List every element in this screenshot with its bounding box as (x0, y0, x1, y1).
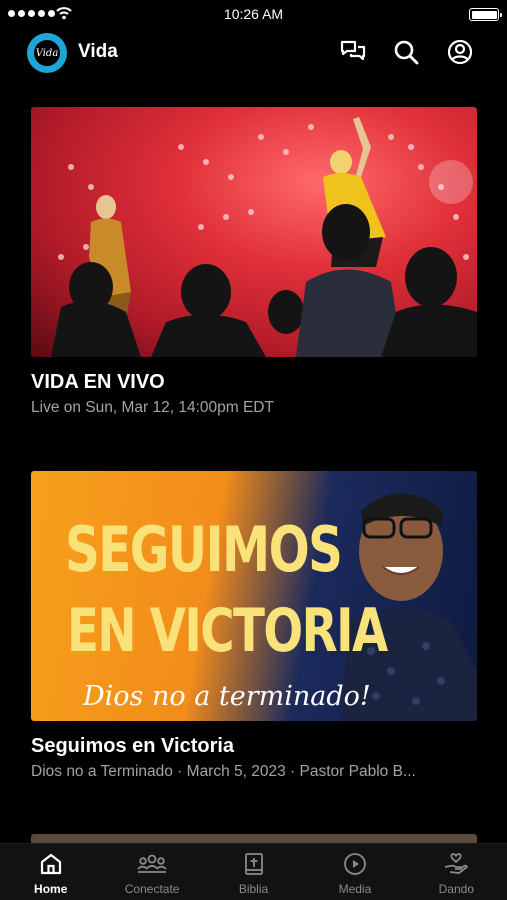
card-title: Seguimos en Victoria (31, 735, 235, 757)
chat-icon (340, 40, 366, 61)
profile-button[interactable] (446, 38, 474, 66)
search-button[interactable] (392, 38, 420, 66)
tab-label: Home (34, 882, 68, 896)
tab-biblia[interactable]: Biblia (203, 844, 304, 900)
live-card[interactable]: VIDA EN VIVO Live on Sun, Mar 12, 14:00p… (31, 107, 477, 417)
live-thumbnail[interactable] (31, 107, 477, 357)
tab-conectate[interactable]: Conectate (101, 844, 202, 900)
concert-photo (51, 117, 477, 357)
bible-icon (244, 853, 263, 875)
giving-icon (445, 853, 469, 874)
tab-label: Dando (438, 882, 475, 896)
thumb-tagline: Dios no a terminado! (83, 681, 371, 712)
tab-bar: Home Conectate Biblia Media Dando (0, 843, 507, 900)
card-title: VIDA EN VIVO (31, 371, 165, 393)
status-bar: 10:26 AM (0, 0, 507, 28)
tab-media[interactable]: Media (304, 844, 405, 900)
tab-label: Biblia (238, 882, 269, 896)
logo-text: Vida (32, 38, 62, 68)
play-icon (344, 853, 366, 875)
app-title: Vida (78, 41, 118, 62)
card-subtitle: Dios no a Terminado · March 5, 2023 · Pa… (31, 763, 416, 780)
chat-button[interactable] (339, 38, 367, 66)
home-icon (40, 853, 61, 875)
thumb-line-1: SEGUIMOS (65, 513, 343, 586)
profile-icon (447, 39, 473, 65)
tab-home[interactable]: Home (0, 844, 101, 900)
sermon-thumbnail[interactable]: SEGUIMOS EN VICTORIA Dios no a terminado… (31, 471, 477, 721)
group-icon (137, 854, 167, 873)
tab-label: Media (338, 882, 372, 896)
app-logo[interactable]: Vida (27, 33, 67, 73)
sermon-card[interactable]: SEGUIMOS EN VICTORIA Dios no a terminado… (31, 471, 477, 781)
card-subtitle: Live on Sun, Mar 12, 14:00pm EDT (31, 399, 274, 416)
search-icon (394, 40, 419, 65)
status-time: 10:26 AM (223, 6, 284, 22)
tab-dando[interactable]: Dando (406, 844, 507, 900)
battery-icon (469, 8, 502, 21)
thumb-line-2: EN VICTORIA (67, 596, 388, 666)
app-header: Vida Vida (0, 30, 507, 76)
tab-label: Conectate (124, 882, 180, 896)
